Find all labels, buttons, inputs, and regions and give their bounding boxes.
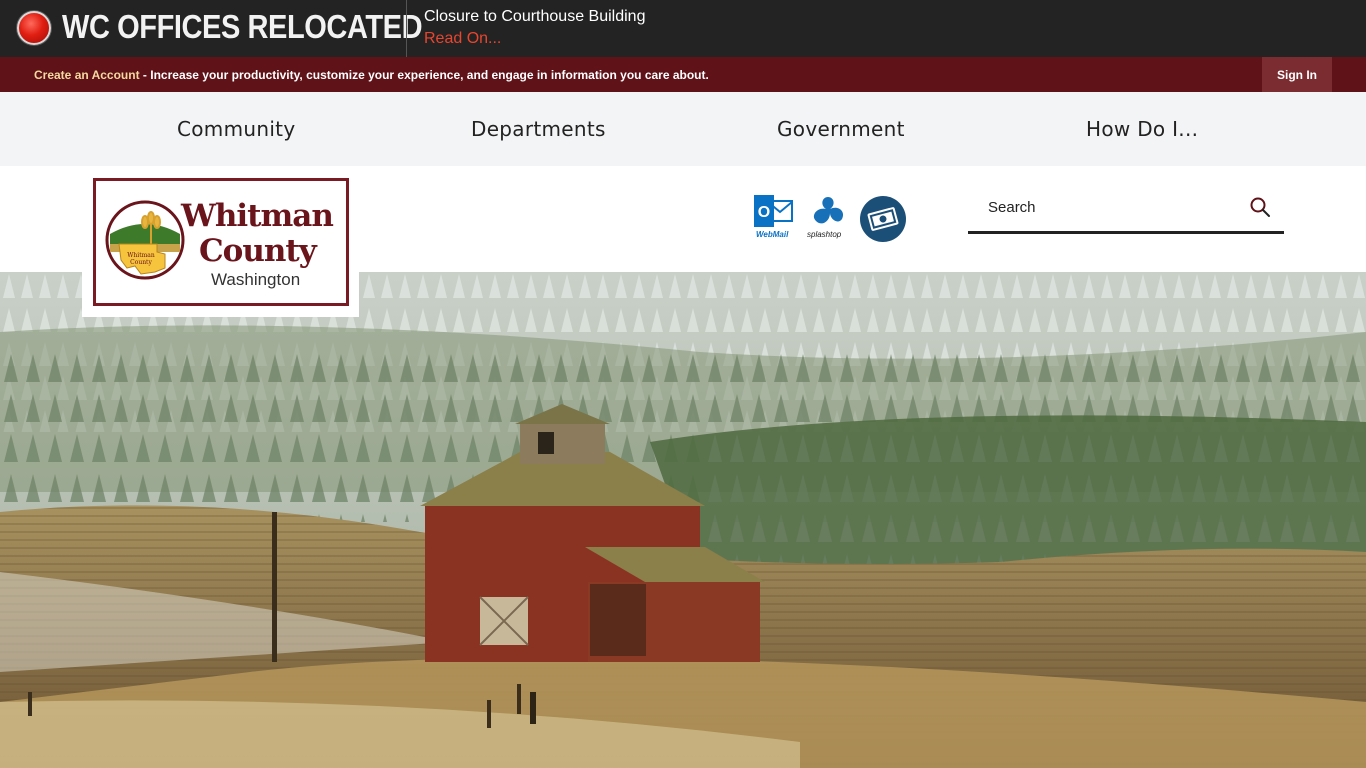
payment-link[interactable] bbox=[859, 195, 907, 248]
barn-landscape-image bbox=[0, 272, 1366, 768]
search-box bbox=[968, 185, 1284, 234]
alert-headline: Closure to Courthouse Building bbox=[424, 8, 646, 25]
logo-line-whitman: Whitman bbox=[181, 198, 334, 234]
nav-item-government[interactable]: Government bbox=[777, 117, 905, 141]
emergency-alert-bar: WC OFFICES RELOCATED Closure to Courthou… bbox=[0, 0, 1366, 57]
site-logo[interactable]: Whitman County Whitman County Washington bbox=[82, 166, 359, 317]
splashtop-label: splashtop bbox=[807, 230, 842, 239]
webmail-label: WebMail bbox=[756, 230, 789, 239]
svg-text:Whitman: Whitman bbox=[127, 252, 155, 259]
svg-text:County: County bbox=[130, 259, 152, 266]
nav-item-departments[interactable]: Departments bbox=[471, 117, 606, 141]
alert-indicator-icon bbox=[17, 11, 51, 45]
main-navigation: Community Departments Government How Do … bbox=[0, 92, 1366, 166]
sign-in-button[interactable]: Sign In bbox=[1262, 57, 1332, 92]
payment-icon bbox=[860, 196, 906, 242]
nav-item-how-do-i[interactable]: How Do I... bbox=[1086, 117, 1198, 141]
splashtop-link[interactable]: splashtop bbox=[807, 193, 848, 239]
alert-title[interactable]: WC OFFICES RELOCATED bbox=[62, 8, 423, 46]
nav-item-community[interactable]: Community bbox=[177, 117, 295, 141]
search-icon[interactable] bbox=[1248, 195, 1272, 219]
account-message: Create an Account - Increase your produc… bbox=[34, 68, 709, 82]
hero-image bbox=[0, 272, 1366, 768]
splashtop-icon bbox=[813, 197, 844, 224]
logo-frame: Whitman County Whitman County Washington bbox=[93, 178, 349, 306]
county-emblem-icon: Whitman County bbox=[105, 200, 185, 280]
logo-line-county: County bbox=[199, 233, 317, 269]
svg-text:O: O bbox=[758, 204, 770, 221]
logo-line-washington: Washington bbox=[211, 270, 301, 289]
search-input[interactable] bbox=[968, 185, 1238, 229]
account-bar: Create an Account - Increase your produc… bbox=[0, 57, 1366, 92]
webmail-link[interactable]: O WebMail bbox=[752, 193, 794, 246]
create-account-link[interactable]: Create an Account bbox=[34, 68, 140, 82]
alert-read-on-link[interactable]: Read On... bbox=[424, 30, 501, 48]
account-description: - Increase your productivity, customize … bbox=[139, 68, 709, 82]
alert-divider bbox=[406, 0, 407, 57]
